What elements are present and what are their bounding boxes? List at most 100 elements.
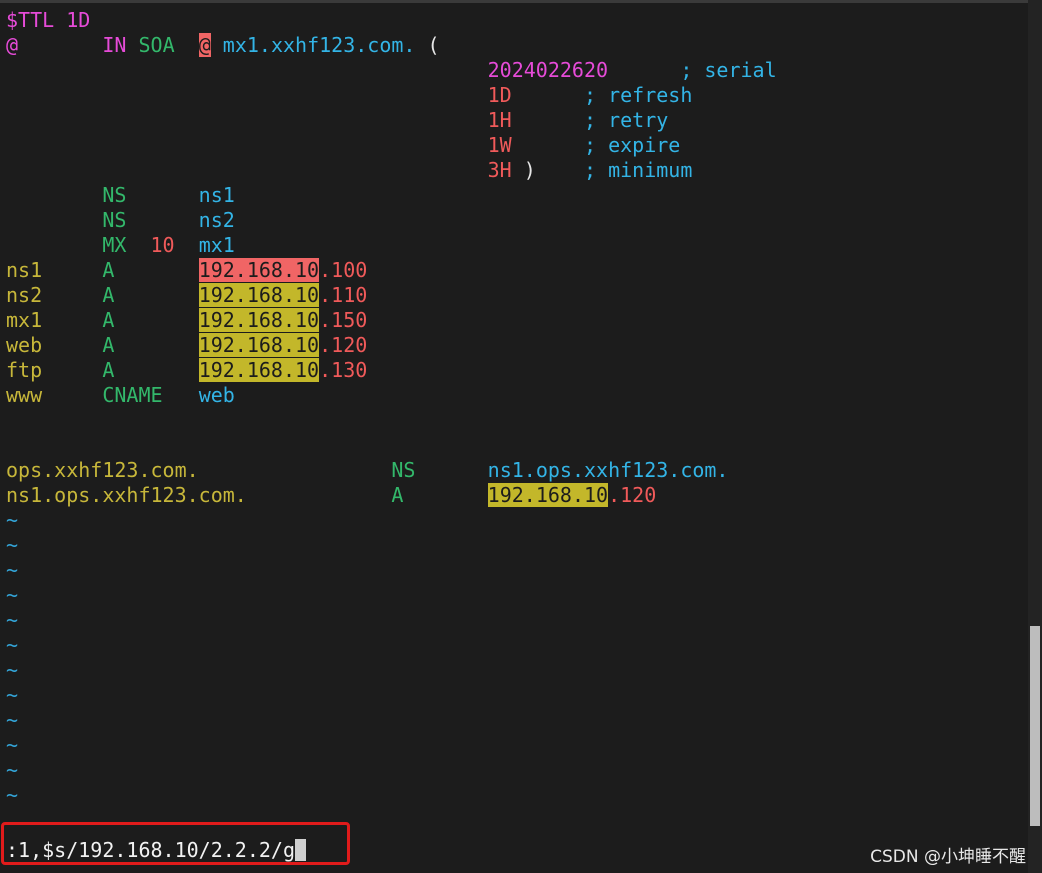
empty-line-tilde[interactable]: ~ (6, 558, 777, 583)
editor-line[interactable]: NS ns2 (6, 208, 777, 233)
code-token: .120 (608, 483, 657, 507)
code-token: .130 (319, 358, 368, 382)
search-match-highlight: 192.168.10 (487, 483, 609, 507)
scrollbar-thumb[interactable] (1030, 626, 1040, 826)
search-match-highlight: 192.168.10 (198, 308, 320, 332)
editor-line[interactable]: @ IN SOA @ mx1.xxhf123.com. ( (6, 33, 777, 58)
code-token: ns1 (198, 183, 235, 207)
code-token: $TTL 1D (6, 8, 91, 32)
code-token: ~ (6, 558, 19, 582)
code-token: NS (102, 183, 127, 207)
empty-line-tilde[interactable]: ~ (6, 758, 777, 783)
editor-line[interactable]: ftp A 192.168.10.130 (6, 358, 777, 383)
empty-line-tilde[interactable]: ~ (6, 583, 777, 608)
search-match-highlight: 192.168.10 (198, 333, 320, 357)
editor-line[interactable]: 1H ; retry (6, 108, 777, 133)
code-token: ftp (6, 358, 43, 382)
code-token: 10 (150, 233, 175, 257)
editor-line[interactable]: ns1 A 192.168.10.100 (6, 258, 777, 283)
code-token: 2024022620 (487, 58, 609, 82)
code-token: ~ (6, 733, 19, 757)
editor-line[interactable]: mx1 A 192.168.10.150 (6, 308, 777, 333)
code-token: ns2 (6, 283, 43, 307)
code-token: ns1.ops.xxhf123.com. (487, 458, 729, 482)
code-token: MX (102, 233, 127, 257)
code-token: mx1 (6, 308, 43, 332)
code-token: 1H (487, 108, 512, 132)
editor-line[interactable]: 1D ; refresh (6, 83, 777, 108)
code-token: A (102, 333, 115, 357)
editor-line[interactable]: ns2 A 192.168.10.110 (6, 283, 777, 308)
code-token: mx1 (198, 233, 235, 257)
empty-line-tilde[interactable]: ~ (6, 708, 777, 733)
code-token: NS (102, 208, 127, 232)
empty-line-tilde[interactable]: ~ (6, 658, 777, 683)
code-token: @ (6, 33, 19, 57)
code-token: ~ (6, 583, 19, 607)
editor-line[interactable] (6, 408, 777, 433)
editor-line[interactable]: 2024022620 ; serial (6, 58, 777, 83)
empty-line-tilde[interactable]: ~ (6, 608, 777, 633)
code-token: mx1.xxhf123.com. (222, 33, 416, 57)
editor-buffer[interactable]: $TTL 1D @ IN SOA @ mx1.xxhf123.com. ( 202… (6, 8, 777, 808)
editor-line[interactable]: NS ns1 (6, 183, 777, 208)
code-token: .150 (319, 308, 368, 332)
code-token: CNAME (102, 383, 163, 407)
code-token: web (6, 333, 43, 357)
editor-line[interactable]: 1W ; expire (6, 133, 777, 158)
empty-line-tilde[interactable]: ~ (6, 533, 777, 558)
empty-line-tilde[interactable]: ~ (6, 508, 777, 533)
editor-line[interactable]: ops.xxhf123.com. NS ns1.ops.xxhf123.com. (6, 458, 777, 483)
code-token: .110 (319, 283, 368, 307)
code-token: www (6, 383, 43, 407)
code-token: ns1.ops.xxhf123.com. (6, 483, 247, 507)
editor-line[interactable]: ns1.ops.xxhf123.com. A 192.168.10.120 (6, 483, 777, 508)
empty-line-tilde[interactable]: ~ (6, 783, 777, 808)
empty-line-tilde[interactable]: ~ (6, 683, 777, 708)
editor-line[interactable]: web A 192.168.10.120 (6, 333, 777, 358)
vertical-scrollbar[interactable] (1028, 0, 1042, 873)
empty-line-tilde[interactable]: ~ (6, 633, 777, 658)
code-token: ~ (6, 508, 19, 532)
code-token: ~ (6, 708, 19, 732)
code-token: A (102, 283, 115, 307)
code-token: SOA (138, 33, 175, 57)
search-match-highlight: 192.168.10 (198, 258, 320, 282)
editor-line[interactable]: MX 10 mx1 (6, 233, 777, 258)
code-token: ns1 (6, 258, 43, 282)
editor-line[interactable]: 3H ) ; minimum (6, 158, 777, 183)
code-token: ~ (6, 658, 19, 682)
csdn-watermark: CSDN @小坤睡不醒 (870, 847, 1026, 867)
editor-line[interactable]: www CNAME web (6, 383, 777, 408)
editor-line[interactable] (6, 433, 777, 458)
code-token: ns2 (198, 208, 235, 232)
code-token: ~ (6, 758, 19, 782)
empty-line-tilde[interactable]: ~ (6, 733, 777, 758)
window-top-border (0, 0, 1042, 3)
editor-line[interactable]: $TTL 1D (6, 8, 777, 33)
code-token: ; retry (583, 108, 669, 132)
